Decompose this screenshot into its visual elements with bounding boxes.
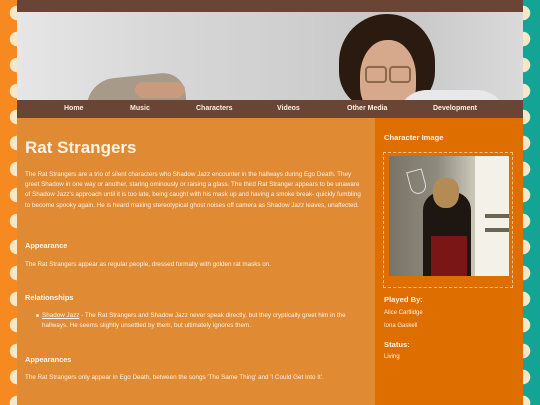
actor-name: Iona Gaskell bbox=[384, 323, 418, 329]
photo-skirt bbox=[431, 236, 467, 276]
relationships-heading: Relationships bbox=[25, 293, 74, 302]
bullet-icon bbox=[36, 314, 39, 317]
appearances-heading: Appearances bbox=[25, 355, 72, 364]
nav-music[interactable]: Music bbox=[130, 105, 150, 112]
relationship-text: - The Rat Strangers and Shadow Jazz neve… bbox=[42, 312, 346, 330]
status-value: Living bbox=[384, 354, 400, 360]
banner-glasses-right bbox=[389, 66, 411, 83]
shadow-jazz-link[interactable]: Shadow Jazz bbox=[42, 312, 79, 319]
banner-hand bbox=[135, 82, 185, 98]
character-image bbox=[389, 156, 509, 276]
banner-glasses-left bbox=[365, 66, 387, 83]
nav-videos[interactable]: Videos bbox=[277, 105, 300, 112]
photo-rail-lower bbox=[485, 228, 509, 232]
right-decorative-border bbox=[523, 0, 540, 405]
intro-paragraph: The Rat Strangers are a trio of silent c… bbox=[25, 171, 361, 209]
appearance-text: The Rat Strangers appear as regular peop… bbox=[25, 261, 272, 268]
top-bar bbox=[17, 0, 523, 12]
sidebar: Character Image Played By: Alice Cartlid… bbox=[375, 118, 523, 405]
photo-rat-mask bbox=[433, 178, 459, 208]
main-navigation: Home Music Characters Videos Other Media… bbox=[17, 100, 523, 118]
nav-development[interactable]: Development bbox=[433, 105, 477, 112]
nav-characters[interactable]: Characters bbox=[196, 105, 233, 112]
status-heading: Status: bbox=[384, 340, 410, 349]
nav-home[interactable]: Home bbox=[64, 105, 83, 112]
left-decorative-border bbox=[0, 0, 17, 405]
appearances-text: The Rat Strangers only appear in Ego Dea… bbox=[25, 374, 324, 381]
actor-name: Alice Cartlidge bbox=[384, 310, 423, 316]
page-container: Home Music Characters Videos Other Media… bbox=[17, 0, 523, 405]
relationship-item: Shadow Jazz - The Rat Strangers and Shad… bbox=[42, 311, 354, 331]
played-by-heading: Played By: bbox=[384, 295, 423, 304]
appearance-heading: Appearance bbox=[25, 241, 68, 250]
header-banner-image bbox=[17, 12, 523, 100]
photo-rail bbox=[485, 214, 509, 218]
main-content: Rat Strangers The Rat Strangers are a tr… bbox=[17, 118, 375, 405]
page-title: Rat Strangers bbox=[25, 138, 137, 157]
character-image-heading: Character Image bbox=[384, 133, 444, 142]
nav-other-media[interactable]: Other Media bbox=[347, 105, 387, 112]
